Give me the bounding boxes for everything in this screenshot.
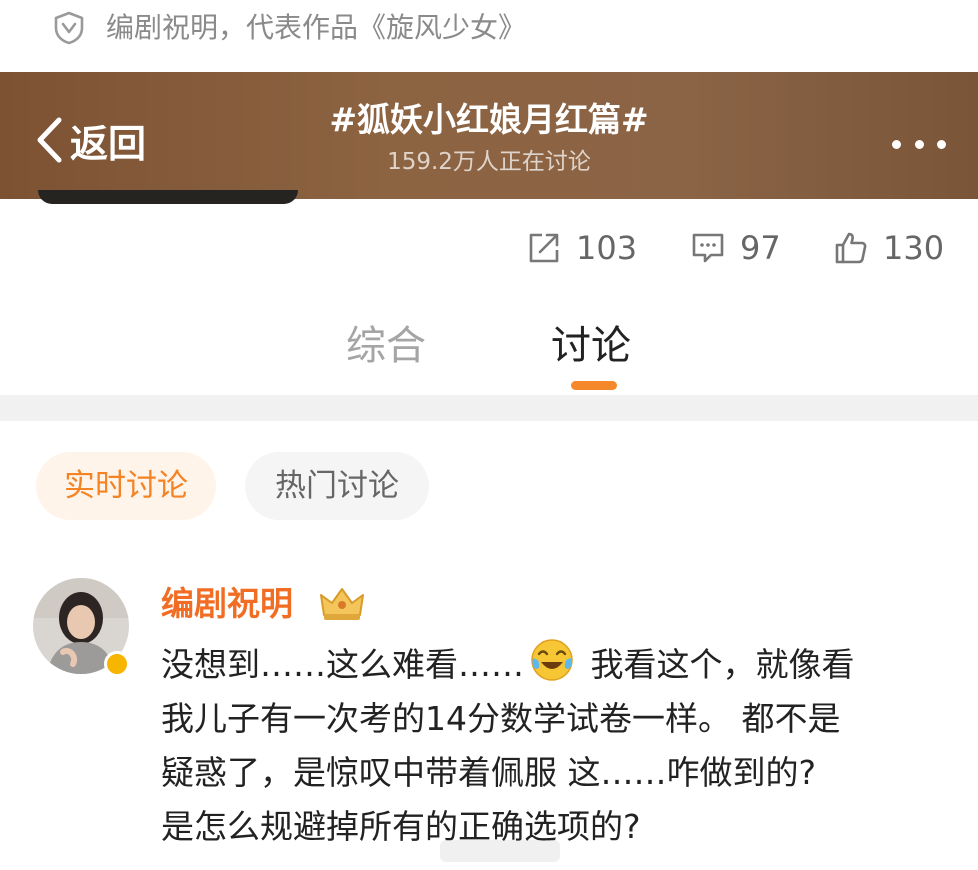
- repost-icon: [529, 233, 559, 263]
- comment-button[interactable]: 97: [690, 222, 781, 274]
- section-divider: [0, 395, 978, 421]
- filter-realtime[interactable]: 实时讨论: [36, 452, 216, 520]
- repost-button[interactable]: 103: [526, 222, 637, 274]
- verification-text: 编剧祝明，代表作品《旋风少女》: [106, 11, 527, 44]
- post-line: 是怎么规避掉所有的正确选项的?: [161, 807, 641, 846]
- laugh-cry-emoji-icon: [531, 639, 573, 681]
- verification-line: 编剧祝明，代表作品《旋风少女》: [0, 0, 978, 72]
- post-content: 没想到……这么难看…… 我看这个，就像看 我儿子有一次考的14分数学试卷一样。 …: [161, 638, 961, 854]
- post-line: 我儿子有一次考的14分数学试卷一样。 都不是: [161, 699, 841, 738]
- verified-badge-icon: [104, 651, 130, 677]
- verified-shield-icon: [54, 11, 84, 45]
- comment-icon: [692, 233, 724, 263]
- topic-title: #狐妖小红娘月红篇#: [329, 100, 649, 139]
- comment-count: 97: [740, 229, 781, 267]
- post-line: 没想到……这么难看…… 我看这个，就像看: [161, 638, 961, 692]
- like-button[interactable]: 130: [833, 222, 944, 274]
- post-author[interactable]: 编剧祝明: [161, 580, 293, 628]
- repost-count: 103: [576, 229, 638, 267]
- filter-hot[interactable]: 热门讨论: [245, 452, 429, 520]
- thumbs-up-icon: [835, 232, 867, 264]
- tab-discussion[interactable]: 讨论: [551, 320, 631, 372]
- watermark: [440, 840, 560, 862]
- tab-overview[interactable]: 综合: [346, 320, 426, 372]
- more-dots-icon[interactable]: [892, 132, 946, 156]
- topic-subtitle: 159.2万人正在讨论: [387, 149, 591, 175]
- active-tab-indicator: [571, 381, 617, 390]
- crown-badge-icon: [320, 588, 364, 620]
- topic-header: 返回 #狐妖小红娘月红篇# 159.2万人正在讨论: [0, 72, 978, 199]
- post-line: 疑惑了，是惊叹中带着佩服 这……咋做到的?: [161, 753, 817, 792]
- like-count: 130: [883, 229, 945, 267]
- media-peek: [38, 190, 298, 204]
